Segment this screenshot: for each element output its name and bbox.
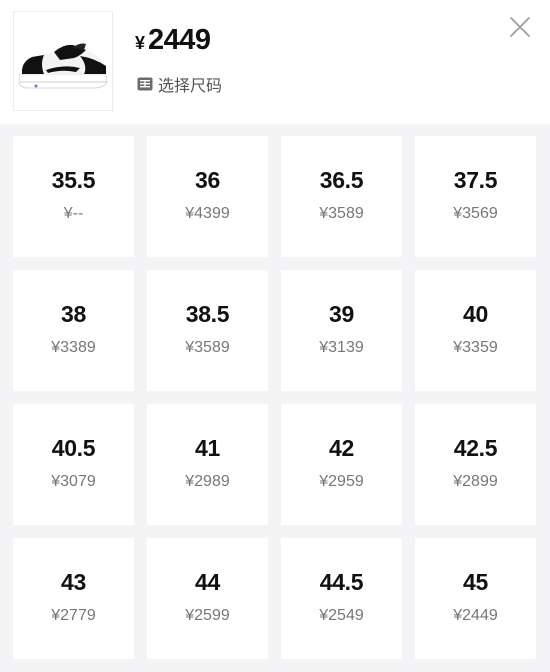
size-option[interactable]: 38 ¥3389 [13,270,134,391]
size-value: 38.5 [185,300,230,327]
size-prompt: 选择尺码 [137,72,222,96]
size-price: ¥3359 [453,338,498,356]
size-option[interactable]: 44.5 ¥2549 [281,538,402,659]
size-option[interactable]: 42.5 ¥2899 [415,404,536,525]
size-price: ¥4399 [185,204,230,222]
size-grid: 35.5 ¥-- 36 ¥4399 36.5 ¥3589 37.5 ¥3569 38 ¥3389 3… [13,136,536,659]
sneaker-icon [18,43,108,89]
size-option[interactable]: 43 ¥2779 [13,538,134,659]
size-price: ¥-- [63,204,84,222]
size-selector-sheet: ¥ 2449 选择尺码 35.5 ¥-- 36 ¥4399 36.5 ¥3589 37.5 ¥… [0,0,550,672]
size-price: ¥2449 [453,606,498,624]
size-price: ¥2599 [185,606,230,624]
currency-symbol: ¥ [135,33,146,53]
size-price: ¥2549 [319,606,364,624]
size-value: 40 [463,300,488,327]
size-value: 42 [329,434,354,461]
size-price: ¥3139 [319,338,364,356]
size-option[interactable]: 45 ¥2449 [415,538,536,659]
size-value: 35.5 [51,166,96,193]
size-option[interactable]: 35.5 ¥-- [13,136,134,257]
close-icon[interactable] [506,13,534,41]
size-chart-icon [137,76,153,92]
size-value: 44.5 [319,568,364,595]
product-header: ¥ 2449 选择尺码 [0,0,550,124]
size-value: 36.5 [319,166,364,193]
size-option[interactable]: 40 ¥3359 [415,270,536,391]
size-price: ¥3589 [319,204,364,222]
size-prompt-label: 选择尺码 [158,78,223,95]
selected-price: ¥ 2449 [135,24,211,57]
size-value: 40.5 [51,434,96,461]
size-option[interactable]: 38.5 ¥3589 [147,270,268,391]
size-option[interactable]: 39 ¥3139 [281,270,402,391]
size-option[interactable]: 37.5 ¥3569 [415,136,536,257]
size-value: 39 [329,300,354,327]
size-option[interactable]: 42 ¥2959 [281,404,402,525]
price-amount: 2449 [148,24,211,56]
size-option[interactable]: 44 ¥2599 [147,538,268,659]
size-price: ¥2899 [453,472,498,490]
size-option[interactable]: 40.5 ¥3079 [13,404,134,525]
size-price: ¥2989 [185,472,230,490]
size-price: ¥3589 [185,338,230,356]
size-price: ¥3079 [51,472,96,490]
size-value: 41 [195,434,220,461]
size-value: 45 [463,568,488,595]
size-price: ¥3569 [453,204,498,222]
size-price: ¥2959 [319,472,364,490]
size-value: 37.5 [453,166,498,193]
size-value: 44 [195,568,220,595]
size-option[interactable]: 36 ¥4399 [147,136,268,257]
size-price: ¥2779 [51,606,96,624]
size-option[interactable]: 36.5 ¥3589 [281,136,402,257]
size-value: 36 [195,166,220,193]
size-value: 43 [61,568,86,595]
product-thumbnail [13,11,113,111]
size-value: 42.5 [453,434,498,461]
size-option[interactable]: 41 ¥2989 [147,404,268,525]
size-value: 38 [61,300,86,327]
size-price: ¥3389 [51,338,96,356]
